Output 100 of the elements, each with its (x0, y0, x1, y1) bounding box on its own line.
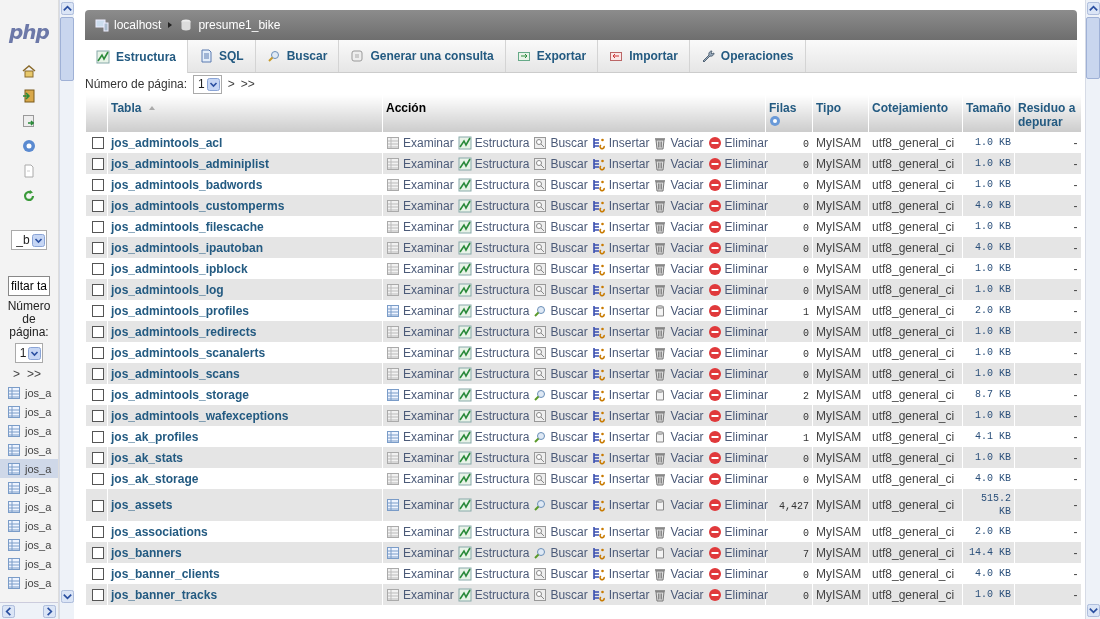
table-name-link[interactable]: jos_admintools_wafexceptions (111, 408, 289, 423)
action-link[interactable]: Estructura (457, 408, 530, 423)
action-link[interactable]: Examinar (386, 219, 454, 234)
action-link[interactable]: Eliminar (707, 282, 768, 297)
table-name-link[interactable]: jos_banner_tracks (111, 587, 218, 602)
action-link[interactable]: Estructura (457, 156, 530, 171)
row-checkbox[interactable] (92, 568, 104, 581)
tab[interactable]: Importar (598, 40, 690, 72)
row-checkbox[interactable] (92, 368, 104, 381)
row-checkbox[interactable] (92, 284, 104, 297)
action-link[interactable]: Vaciar (653, 566, 704, 581)
scroll-left-icon[interactable] (2, 604, 15, 618)
action-link[interactable]: Examinar (386, 303, 454, 318)
action-link[interactable]: Estructura (457, 498, 530, 512)
table-name-link[interactable]: jos_admintools_adminiplist (111, 156, 270, 171)
page-select[interactable]: 1 (193, 74, 222, 94)
action-link[interactable]: Eliminar (707, 240, 768, 255)
table-name-link[interactable]: jos_admintools_profiles (111, 303, 250, 318)
action-link[interactable]: Examinar (386, 471, 454, 486)
action-link[interactable]: Insertar (591, 282, 650, 297)
action-link[interactable]: Eliminar (707, 324, 768, 339)
action-link[interactable]: Eliminar (707, 566, 768, 581)
action-link[interactable]: Estructura (457, 219, 530, 234)
row-checkbox[interactable] (92, 305, 104, 318)
tab[interactable]: Buscar (255, 40, 340, 72)
scrollbar-thumb[interactable] (1086, 17, 1100, 79)
action-link[interactable]: Examinar (386, 524, 454, 539)
tab[interactable]: SQL (188, 40, 256, 72)
table-name-link[interactable]: jos_banners (111, 545, 182, 560)
action-link[interactable]: Examinar (386, 498, 454, 512)
column-header[interactable]: Tabla (111, 101, 142, 115)
action-link[interactable]: Vaciar (653, 261, 704, 276)
action-link[interactable]: Buscar (533, 587, 588, 602)
row-checkbox[interactable] (92, 200, 104, 213)
table-name-link[interactable]: jos_admintools_ipautoban (111, 240, 263, 255)
table-name-link[interactable]: jos_banner_clients (111, 566, 220, 581)
scroll-right-icon[interactable] (43, 604, 56, 618)
row-checkbox[interactable] (92, 326, 104, 339)
sidebar-item[interactable]: jos_a (0, 440, 58, 459)
row-checkbox[interactable] (92, 179, 104, 192)
sidebar-item[interactable]: jos_a (0, 402, 58, 421)
scroll-up-icon[interactable] (60, 2, 74, 15)
action-link[interactable]: Buscar (533, 198, 588, 213)
action-link[interactable]: Eliminar (707, 408, 768, 423)
action-link[interactable]: Insertar (591, 156, 650, 171)
table-name-link[interactable]: jos_associations (111, 524, 208, 539)
action-link[interactable]: Examinar (386, 566, 454, 581)
action-link[interactable]: Vaciar (653, 408, 704, 423)
scroll-down-icon[interactable] (1086, 604, 1100, 617)
action-link[interactable]: Examinar (386, 387, 454, 402)
action-link[interactable]: Estructura (457, 545, 530, 560)
table-name-link[interactable]: jos_ak_storage (111, 471, 199, 486)
page-select[interactable]: 1 (14, 343, 44, 363)
action-link[interactable]: Estructura (457, 471, 530, 486)
tab[interactable]: Estructura (85, 40, 189, 73)
sidebar-item[interactable]: jos_a (0, 554, 58, 573)
pager-link[interactable]: >> (27, 367, 42, 381)
last-page-link[interactable]: >> (240, 77, 255, 91)
action-link[interactable]: Vaciar (653, 587, 704, 602)
action-link[interactable]: Insertar (591, 408, 650, 423)
action-link[interactable]: Estructura (457, 324, 530, 339)
action-link[interactable]: Vaciar (653, 345, 704, 360)
table-name-link[interactable]: jos_ak_profiles (111, 429, 199, 444)
action-link[interactable]: Vaciar (653, 471, 704, 486)
action-link[interactable]: Vaciar (653, 198, 704, 213)
sidebar-scrollbar[interactable] (59, 0, 74, 619)
sidebar-item[interactable]: jos_a (0, 421, 58, 440)
action-link[interactable]: Eliminar (707, 261, 768, 276)
action-link[interactable]: Buscar (533, 177, 588, 192)
action-link[interactable]: Vaciar (653, 429, 704, 444)
row-checkbox[interactable] (92, 473, 104, 486)
action-link[interactable]: Estructura (457, 282, 530, 297)
sidebar-item[interactable]: jos_a (0, 516, 58, 535)
action-link[interactable]: Insertar (591, 198, 650, 213)
action-link[interactable]: Vaciar (653, 324, 704, 339)
action-link[interactable]: Buscar (533, 261, 588, 276)
sidebar-item[interactable]: jos_a (0, 459, 58, 478)
action-link[interactable]: Vaciar (653, 177, 704, 192)
action-link[interactable]: Examinar (386, 366, 454, 381)
action-link[interactable]: Examinar (386, 345, 454, 360)
filter-field[interactable]: filtar ta (8, 276, 50, 296)
sidebar-item[interactable]: jos_a (0, 478, 58, 497)
action-link[interactable]: Buscar (533, 324, 588, 339)
action-link[interactable]: Eliminar (707, 219, 768, 234)
action-link[interactable]: Buscar (533, 471, 588, 486)
row-checkbox[interactable] (92, 410, 104, 423)
tab[interactable]: Exportar (505, 40, 599, 72)
action-link[interactable]: Eliminar (707, 450, 768, 465)
action-link[interactable]: Eliminar (707, 177, 768, 192)
tab[interactable]: Generar una consulta (339, 40, 506, 72)
action-link[interactable]: Insertar (591, 524, 650, 539)
action-link[interactable]: Eliminar (707, 587, 768, 602)
action-link[interactable]: Eliminar (707, 156, 768, 171)
action-link[interactable]: Examinar (386, 408, 454, 423)
sidebar-item[interactable]: jos_a (0, 573, 58, 592)
table-name-link[interactable]: jos_assets (111, 498, 173, 512)
table-name-link[interactable]: jos_admintools_scanalerts (111, 345, 266, 360)
row-checkbox[interactable] (92, 526, 104, 539)
tab[interactable]: Operaciones (689, 40, 806, 72)
action-link[interactable]: Vaciar (653, 282, 704, 297)
